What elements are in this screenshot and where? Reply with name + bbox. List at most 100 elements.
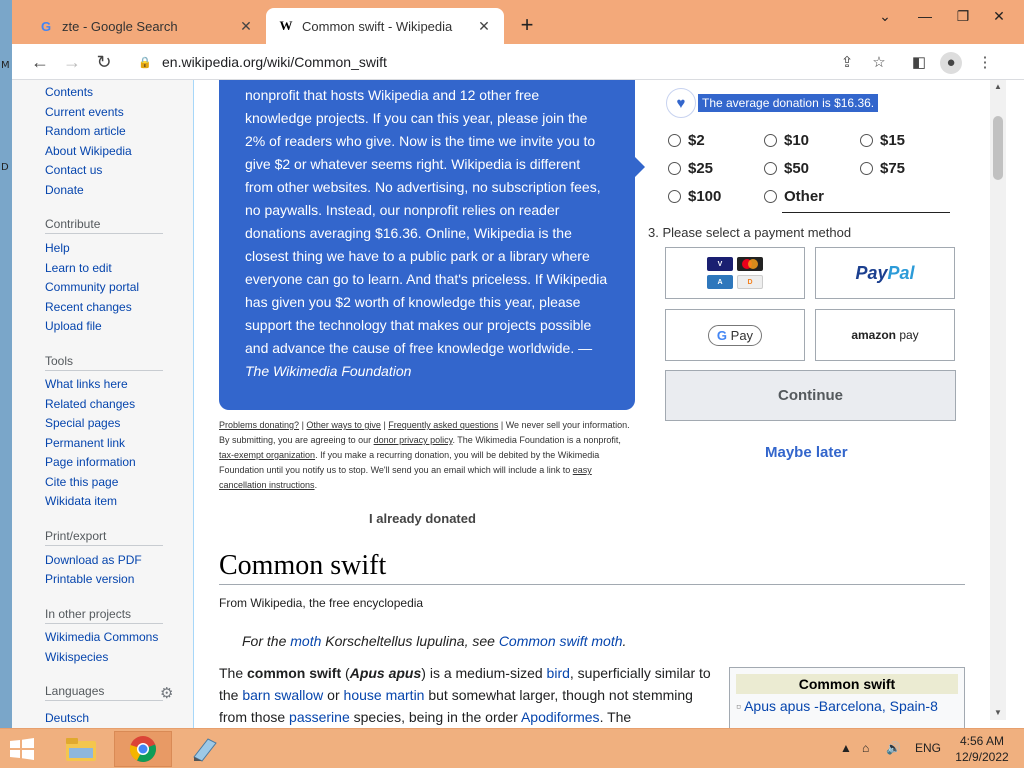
scroll-down-icon[interactable]: ▼ — [990, 706, 1006, 720]
passerine-link[interactable]: passerine — [289, 709, 350, 725]
sidebar-item-what-links-here[interactable]: What links here — [45, 377, 128, 391]
apodiformes-link[interactable]: Apodiformes — [521, 709, 600, 725]
amount-radio-50[interactable]: $50 — [764, 160, 809, 177]
close-tab-icon[interactable]: ✕ — [238, 18, 254, 35]
close-tab-icon[interactable]: ✕ — [476, 18, 492, 35]
sidebar-item-donate[interactable]: Donate — [45, 183, 84, 197]
amount-radio-2[interactable]: $2 — [668, 132, 705, 149]
language-indicator[interactable]: ENG — [915, 741, 941, 755]
sidebar-item-lang-deutsch[interactable]: Deutsch — [45, 711, 89, 725]
reload-icon[interactable]: ↻ — [92, 50, 116, 74]
radio-icon — [764, 134, 777, 147]
sidebar-item-learn-to-edit[interactable]: Learn to edit — [45, 261, 112, 275]
sidebar-heading-print: Print/export — [45, 529, 163, 546]
system-clock[interactable]: 4:56 AM 12/9/2022 — [950, 733, 1014, 765]
restore-icon[interactable]: ❐ — [948, 8, 978, 25]
sidebar-item-cite[interactable]: Cite this page — [45, 475, 118, 489]
sidebar-heading-languages: Languages — [45, 684, 163, 701]
tab-search-icon[interactable]: ⌄ — [870, 8, 900, 25]
infobox-image-link[interactable]: ▫ Apus apus -Barcelona, Spain-8 — [736, 698, 958, 714]
barn-swallow-link[interactable]: barn swallow — [242, 687, 323, 703]
clock-time: 4:56 AM — [959, 734, 1005, 748]
sidebar-item-help[interactable]: Help — [45, 241, 70, 255]
network-icon[interactable]: ⌂ — [862, 741, 869, 755]
side-panel-icon[interactable]: ◧ — [908, 52, 930, 74]
maybe-later-link[interactable]: Maybe later — [765, 444, 848, 461]
discover-icon: D — [737, 275, 763, 289]
taskbar-notepad[interactable] — [176, 731, 234, 767]
amount-radio-100[interactable]: $100 — [668, 188, 721, 205]
taskbar-chrome[interactable] — [114, 731, 172, 767]
gear-icon[interactable]: ⚙ — [160, 684, 173, 702]
other-ways-link[interactable]: Other ways to give — [306, 420, 381, 430]
pay-amazon-button[interactable]: amazon pay — [815, 309, 955, 361]
lead-paragraph: The common swift (Apus apus) is a medium… — [219, 665, 711, 725]
bookmark-star-icon[interactable]: ☆ — [868, 52, 890, 74]
sidebar-item-recent-changes[interactable]: Recent changes — [45, 300, 132, 314]
sidebar-item-contents[interactable]: Contents — [45, 85, 93, 99]
amount-radio-other[interactable]: Other — [764, 188, 824, 205]
page-scrollbar[interactable]: ▲ ▼ — [990, 80, 1006, 720]
sidebar-item-wikispecies[interactable]: Wikispecies — [45, 650, 108, 664]
house-martin-link[interactable]: house martin — [344, 687, 425, 703]
sidebar-item-special-pages[interactable]: Special pages — [45, 416, 120, 430]
sidebar-item-printable[interactable]: Printable version — [45, 572, 134, 586]
share-icon[interactable]: ⇪ — [836, 52, 858, 74]
already-donated-button[interactable]: I already donated — [369, 511, 476, 526]
privacy-policy-link[interactable]: donor privacy policy — [374, 435, 453, 445]
sidebar-item-community-portal[interactable]: Community portal — [45, 280, 139, 294]
moth-link[interactable]: moth — [290, 633, 321, 649]
bird-link[interactable]: bird — [547, 665, 570, 681]
banner-signature: The Wikimedia Foundation — [245, 363, 412, 379]
amex-icon: A — [707, 275, 733, 289]
forward-icon[interactable]: → — [60, 50, 84, 74]
amount-radio-10[interactable]: $10 — [764, 132, 809, 149]
windows-start-icon[interactable] — [8, 737, 36, 761]
tab-title: Common swift - Wikipedia — [302, 18, 453, 34]
sidebar-item-random-article[interactable]: Random article — [45, 124, 126, 138]
sidebar-heading-projects: In other projects — [45, 607, 163, 624]
pay-gpay-button[interactable]: G Pay — [665, 309, 805, 361]
amount-radio-15[interactable]: $15 — [860, 132, 905, 149]
sidebar-item-about[interactable]: About Wikipedia — [45, 144, 132, 158]
new-tab-icon[interactable]: + — [514, 12, 540, 38]
amount-radio-25[interactable]: $25 — [668, 160, 713, 177]
problems-donating-link[interactable]: Problems donating? — [219, 420, 299, 430]
payment-method-label: 3. Please select a payment method — [648, 225, 852, 240]
close-window-icon[interactable]: ✕ — [984, 8, 1014, 25]
continue-button[interactable]: Continue — [665, 370, 956, 421]
sidebar-item-current-events[interactable]: Current events — [45, 105, 124, 119]
sidebar-item-wikidata[interactable]: Wikidata item — [45, 494, 117, 508]
sidebar-item-related-changes[interactable]: Related changes — [45, 397, 135, 411]
menu-kebab-icon[interactable]: ⋮ — [974, 52, 996, 74]
minimize-icon[interactable]: — — [910, 8, 940, 24]
pay-paypal-button[interactable]: PayPal — [815, 247, 955, 299]
radio-icon — [668, 190, 681, 203]
radio-icon — [764, 190, 777, 203]
pay-card-button[interactable]: V A D — [665, 247, 805, 299]
taskbar-explorer[interactable] — [52, 731, 110, 767]
tax-exempt-link[interactable]: tax-exempt organization — [219, 450, 315, 460]
sidebar-item-download-pdf[interactable]: Download as PDF — [45, 553, 142, 567]
amount-radio-75[interactable]: $75 — [860, 160, 905, 177]
sidebar-item-contact[interactable]: Contact us — [45, 163, 102, 177]
common-swift-moth-link[interactable]: Common swift moth — [499, 633, 623, 649]
folder-icon — [66, 738, 96, 761]
back-icon[interactable]: ← — [28, 50, 52, 74]
profile-avatar-icon[interactable]: ● — [940, 52, 962, 74]
chrome-icon — [129, 736, 156, 762]
sidebar-item-page-information[interactable]: Page information — [45, 455, 136, 469]
tray-overflow-icon[interactable]: ▲ — [840, 741, 852, 755]
sidebar-item-permanent-link[interactable]: Permanent link — [45, 436, 125, 450]
sidebar-item-commons[interactable]: Wikimedia Commons — [45, 630, 158, 644]
sidebar-item-upload-file[interactable]: Upload file — [45, 319, 102, 333]
other-amount-input[interactable] — [782, 212, 950, 213]
tab-wikipedia[interactable]: W Common swift - Wikipedia ✕ — [266, 8, 504, 44]
volume-icon[interactable]: 🔊 — [886, 741, 901, 755]
address-bar[interactable]: 🔒 en.wikipedia.org/wiki/Common_swift — [128, 48, 868, 76]
scroll-up-icon[interactable]: ▲ — [990, 80, 1006, 94]
scroll-thumb[interactable] — [993, 116, 1003, 180]
tab-google-search[interactable]: G zte - Google Search ✕ — [26, 8, 266, 44]
faq-link[interactable]: Frequently asked questions — [388, 420, 498, 430]
clock-date: 12/9/2022 — [955, 750, 1009, 764]
